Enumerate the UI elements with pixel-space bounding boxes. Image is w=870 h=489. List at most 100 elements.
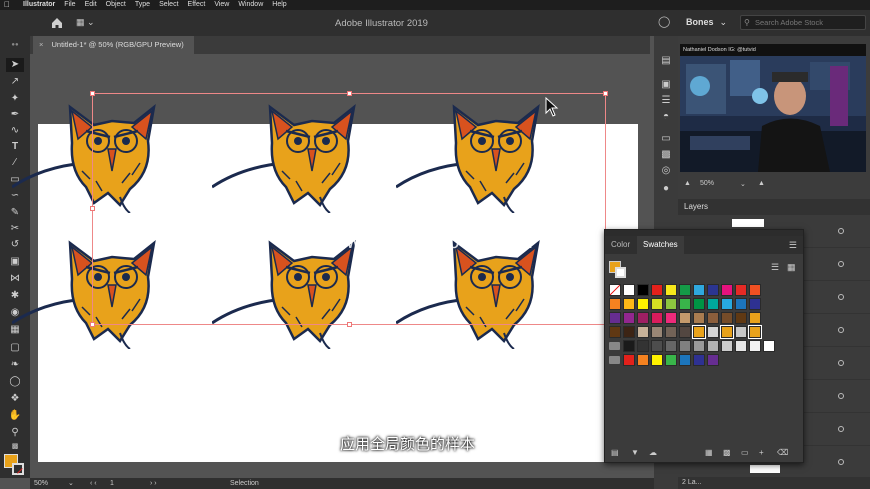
resize-handle[interactable] xyxy=(90,91,95,96)
previous-artboard-icon[interactable]: ‹ ‹ xyxy=(90,478,97,489)
color-swatch[interactable] xyxy=(637,326,649,338)
color-swatch[interactable] xyxy=(707,298,719,310)
color-swatch[interactable] xyxy=(735,340,747,352)
delete-swatch-icon[interactable]: ⌫ xyxy=(777,448,788,457)
navigator-zoom-field[interactable]: 50% xyxy=(700,180,714,187)
color-swatch[interactable] xyxy=(623,354,635,366)
menu-app-name[interactable]: Illustrator xyxy=(23,0,55,10)
tab-swatches[interactable]: Swatches xyxy=(637,236,684,254)
color-swatch[interactable] xyxy=(637,312,649,324)
new-swatch-icon[interactable]: + xyxy=(759,448,764,457)
color-swatch[interactable] xyxy=(623,298,635,310)
layer-target-icon[interactable] xyxy=(838,294,844,300)
menu-window[interactable]: Window xyxy=(238,0,263,10)
artboard-number-field[interactable]: 1 xyxy=(110,478,114,489)
color-swatch[interactable] xyxy=(693,284,705,296)
cloud-sync-icon[interactable]: ☁ xyxy=(649,448,657,457)
layer-target-icon[interactable] xyxy=(838,360,844,366)
color-swatch[interactable] xyxy=(651,312,663,324)
color-swatch[interactable] xyxy=(623,312,635,324)
color-swatch[interactable] xyxy=(720,325,734,339)
color-swatch[interactable] xyxy=(637,340,649,352)
current-stroke-swatch[interactable] xyxy=(615,267,626,278)
color-swatch[interactable] xyxy=(721,298,733,310)
toolbar-collapse-icon[interactable]: ●● xyxy=(6,38,24,52)
layer-thumbnail[interactable] xyxy=(750,465,780,473)
libraries-panel-icon[interactable]: ▣ xyxy=(658,78,674,92)
resize-handle[interactable] xyxy=(347,91,352,96)
zoom-tool-icon[interactable]: ⚲ xyxy=(6,426,24,440)
swatch-libraries-icon[interactable]: ▤ xyxy=(611,448,619,457)
color-swatch[interactable] xyxy=(679,284,691,296)
stroke-panel-icon[interactable]: ☰ xyxy=(658,94,674,108)
list-view-icon[interactable]: ☰ xyxy=(771,262,779,273)
swatch-options-icon[interactable]: ▩ xyxy=(723,448,731,457)
color-swatch[interactable] xyxy=(651,326,663,338)
layer-target-icon[interactable] xyxy=(838,459,844,465)
zoom-dropdown-icon[interactable]: ⌄ xyxy=(68,478,74,489)
swatches-panel[interactable]: Color Swatches ☰ ☰ ▦ ▤ ▼ ☁ ▦ ▩ ▭ + ⌫ xyxy=(604,229,804,463)
color-swatch[interactable] xyxy=(665,298,677,310)
color-swatch[interactable] xyxy=(763,340,775,352)
workspace-switcher[interactable]: Bones ⌄ xyxy=(686,17,727,28)
owl-illustration[interactable] xyxy=(12,237,192,349)
color-swatch[interactable] xyxy=(637,298,649,310)
arrange-documents-icon[interactable]: ▦ ⌄ xyxy=(76,17,95,28)
stroke-color-swatch[interactable] xyxy=(12,463,24,475)
home-icon[interactable] xyxy=(50,16,64,30)
color-swatch[interactable] xyxy=(693,312,705,324)
zoom-level-field[interactable]: 50% xyxy=(34,478,48,489)
menu-object[interactable]: Object xyxy=(106,0,126,10)
menu-effect[interactable]: Effect xyxy=(188,0,206,10)
color-swatch[interactable] xyxy=(707,354,719,366)
color-swatch[interactable] xyxy=(679,340,691,352)
color-swatch[interactable] xyxy=(707,312,719,324)
owl-illustration[interactable] xyxy=(212,237,392,349)
color-swatch[interactable] xyxy=(693,298,705,310)
color-swatch[interactable] xyxy=(721,340,733,352)
selection-tool-icon[interactable]: ➤ xyxy=(6,58,24,72)
symbol-sprayer-tool-icon[interactable]: ❖ xyxy=(6,392,24,406)
color-swatch[interactable] xyxy=(651,354,663,366)
layer-target-icon[interactable] xyxy=(838,327,844,333)
menu-edit[interactable]: Edit xyxy=(85,0,97,10)
transform-panel-icon[interactable]: ▭ xyxy=(658,132,674,146)
align-panel-icon[interactable]: ▩ xyxy=(658,148,674,162)
color-group-folder-icon[interactable] xyxy=(609,342,620,350)
color-group-folder-icon[interactable] xyxy=(609,356,620,364)
default-colors-icon[interactable]: ▩ xyxy=(6,440,24,454)
eyedropper-tool-icon[interactable]: ❧ xyxy=(6,358,24,372)
color-swatch[interactable] xyxy=(749,340,761,352)
layers-panel-header[interactable]: Layers xyxy=(678,199,870,215)
color-swatch[interactable] xyxy=(735,284,747,296)
color-swatch[interactable] xyxy=(735,298,747,310)
color-swatch[interactable] xyxy=(665,340,677,352)
direct-selection-tool-icon[interactable]: ↗ xyxy=(6,75,24,89)
apple-icon[interactable]:  xyxy=(0,0,14,10)
color-swatch[interactable] xyxy=(748,325,762,339)
color-swatch[interactable] xyxy=(735,326,747,338)
blend-tool-icon[interactable]: ◯ xyxy=(6,375,24,389)
menu-type[interactable]: Type xyxy=(135,0,150,10)
owl-illustration[interactable] xyxy=(12,101,192,213)
color-swatch[interactable] xyxy=(693,340,705,352)
canvas[interactable]: www.MacDown.com xyxy=(12,54,650,478)
menu-file[interactable]: File xyxy=(64,0,75,10)
color-swatch[interactable] xyxy=(735,312,747,324)
resize-handle[interactable] xyxy=(603,91,608,96)
color-swatch[interactable] xyxy=(665,326,677,338)
scissors-tool-icon[interactable]: ✂ xyxy=(6,222,24,236)
color-swatch[interactable] xyxy=(637,354,649,366)
color-swatch[interactable] xyxy=(623,326,635,338)
color-swatch[interactable] xyxy=(623,340,635,352)
menu-select[interactable]: Select xyxy=(159,0,178,10)
color-swatch[interactable] xyxy=(721,284,733,296)
show-swatch-kinds-icon[interactable]: ▼ xyxy=(631,448,639,457)
owl-illustration[interactable] xyxy=(396,237,576,349)
hand-tool-icon[interactable]: ✋ xyxy=(6,409,24,423)
appearance-panel-icon[interactable]: ● xyxy=(658,182,674,196)
layer-target-icon[interactable] xyxy=(838,228,844,234)
color-swatch[interactable] xyxy=(651,298,663,310)
navigator-dropdown-icon[interactable]: ⌄ xyxy=(740,180,746,188)
menu-help[interactable]: Help xyxy=(272,0,286,10)
